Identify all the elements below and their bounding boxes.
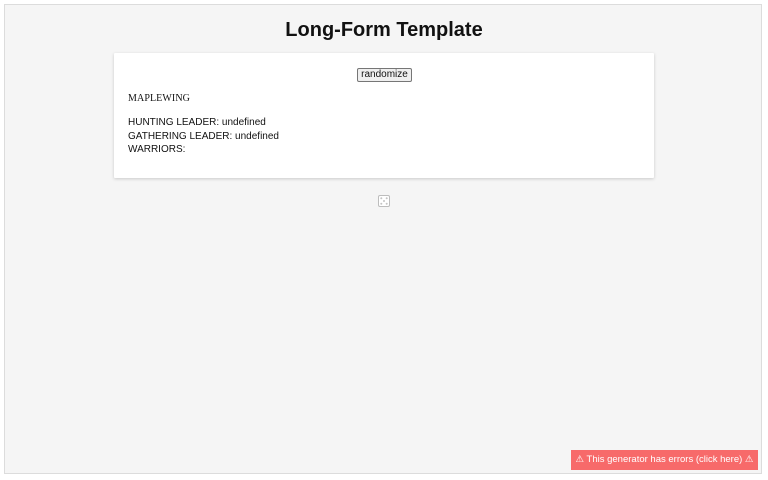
page-title: Long-Form Template	[285, 19, 483, 41]
randomize-button[interactable]: randomize	[357, 68, 412, 82]
dice-icon[interactable]	[378, 195, 390, 207]
generator-output: MAPLEWING HUNTING LEADER: undefined GATH…	[128, 93, 279, 157]
warriors-line: WARRIORS:	[128, 144, 186, 155]
generator-frame: Long-Form Template randomize MAPLEWING H…	[4, 4, 762, 474]
output-card: randomize MAPLEWING HUNTING LEADER: unde…	[114, 53, 654, 178]
gathering-leader-line: GATHERING LEADER: undefined	[128, 130, 279, 142]
errors-banner[interactable]: ⚠ This generator has errors (click here)…	[571, 450, 758, 470]
clan-name: MAPLEWING	[128, 93, 191, 104]
hunting-leader-line: HUNTING LEADER: undefined	[128, 117, 266, 128]
